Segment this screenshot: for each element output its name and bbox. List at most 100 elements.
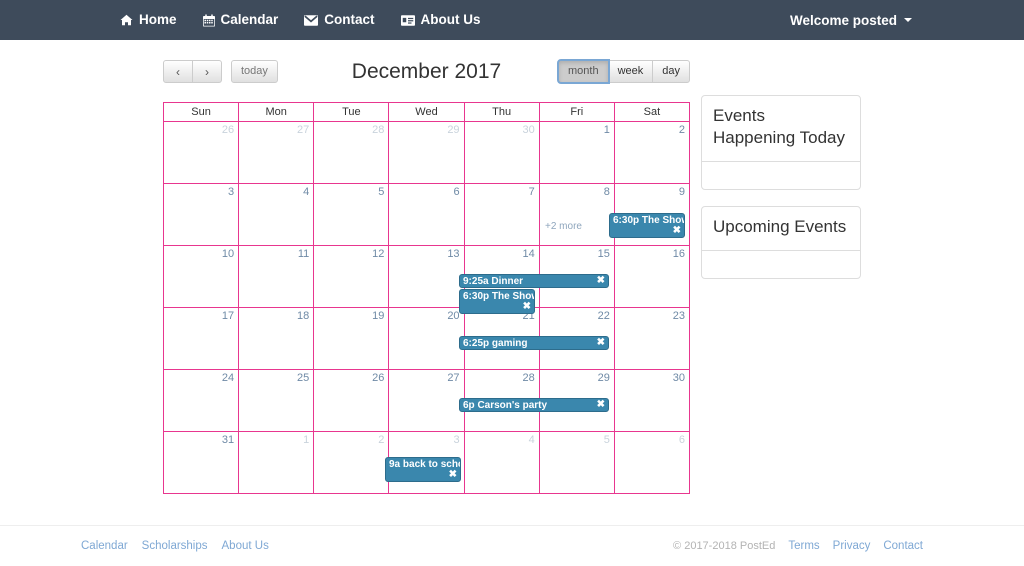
day-cell[interactable]: 27	[238, 121, 315, 184]
weekday-sat: Sat	[613, 102, 691, 122]
event-block[interactable]: 9:25a Dinner ✖	[459, 274, 609, 288]
user-menu-label: Welcome posted	[789, 12, 897, 28]
day-cell[interactable]: 29	[388, 121, 465, 184]
day-cell[interactable]: 11	[238, 245, 315, 308]
day-cell[interactable]: 5	[538, 431, 615, 494]
day-cell[interactable]: 25	[238, 369, 315, 432]
day-number: 19	[372, 310, 385, 322]
day-number: 27	[447, 372, 460, 384]
user-menu[interactable]: Welcome posted	[790, 13, 912, 28]
event-block[interactable]: 6:25p gaming ✖	[459, 336, 609, 350]
prev-month-button[interactable]: ‹	[163, 60, 193, 83]
next-month-button[interactable]: ›	[192, 60, 222, 83]
nav-item-contact[interactable]: Contact	[304, 13, 375, 27]
nav-item-home[interactable]: Home	[120, 13, 177, 27]
day-cell[interactable]: 30	[613, 369, 691, 432]
event-title: 6p Carson's party	[463, 400, 548, 411]
day-cell[interactable]: 10	[162, 245, 240, 308]
day-number: 2	[678, 124, 685, 136]
day-number: 14	[522, 248, 535, 260]
day-number: 30	[522, 124, 535, 136]
footer-link-contact[interactable]: Contact	[883, 540, 923, 552]
calendar-grid: Sun Mon Tue Wed Thu Fri Sat 26 27 28 29 …	[162, 102, 691, 494]
footer-link-about-us[interactable]: About Us	[222, 540, 269, 552]
view-week-button[interactable]: week	[607, 60, 654, 83]
footer-link-calendar[interactable]: Calendar	[81, 540, 128, 552]
day-cell[interactable]: 2	[313, 431, 390, 494]
day-cell[interactable]: 8	[538, 183, 615, 246]
day-number: 11	[297, 248, 310, 260]
event-delete-icon[interactable]: ✖	[449, 470, 457, 480]
day-cell[interactable]: 19	[313, 307, 390, 370]
day-cell[interactable]: 24	[162, 369, 240, 432]
day-number: 10	[221, 248, 235, 260]
day-number: 9	[678, 186, 685, 198]
event-delete-icon[interactable]: ✖	[597, 338, 605, 348]
calendar-week-row: 17 18 19 20 21 22 23	[162, 307, 691, 370]
footer-link-terms[interactable]: Terms	[788, 540, 819, 552]
day-cell[interactable]: 26	[162, 121, 240, 184]
nav-links: Home Calendar Contact About Us	[120, 13, 481, 27]
calendar-toolbar: ‹ › today December 2017 month week day	[163, 59, 690, 94]
day-cell[interactable]: 2	[613, 121, 691, 184]
day-cell[interactable]: 18	[238, 307, 315, 370]
day-cell[interactable]: 30	[463, 121, 540, 184]
event-delete-icon[interactable]: ✖	[673, 226, 681, 236]
weekday-fri: Fri	[538, 102, 615, 122]
day-cell[interactable]: 28	[313, 121, 390, 184]
footer-link-privacy[interactable]: Privacy	[833, 540, 871, 552]
event-delete-icon[interactable]: ✖	[597, 400, 605, 410]
day-number: 1	[303, 434, 310, 446]
nav-item-about-us[interactable]: About Us	[400, 12, 481, 28]
day-cell[interactable]: 17	[162, 307, 240, 370]
day-cell[interactable]: 5	[313, 183, 390, 246]
nav-item-about-us-label: About Us	[420, 12, 481, 28]
day-cell[interactable]: 27	[388, 369, 465, 432]
day-number: 3	[453, 434, 460, 446]
day-number: 5	[603, 434, 610, 446]
day-cell[interactable]: 1	[538, 121, 615, 184]
calendar-week-row: 24 25 26 27 28 29 30	[162, 369, 691, 432]
day-cell[interactable]: 23	[613, 307, 691, 370]
event-block[interactable]: 6:30p The Show ✖	[459, 289, 535, 314]
day-cell[interactable]: 31	[162, 431, 240, 494]
weekday-sun: Sun	[162, 102, 240, 122]
day-number: 6	[678, 434, 685, 446]
day-cell[interactable]: 1	[238, 431, 315, 494]
event-block[interactable]: 6p Carson's party ✖	[459, 398, 609, 412]
day-number: 12	[372, 248, 385, 260]
chevron-down-icon	[904, 18, 912, 22]
day-number: 26	[372, 372, 385, 384]
calendar-nav-buttons: ‹ ›	[163, 60, 222, 83]
day-cell[interactable]: 6	[388, 183, 465, 246]
event-block[interactable]: 6:30p The Show ✖	[609, 213, 685, 238]
day-number: 23	[672, 310, 685, 322]
sidebar: Events Happening Today Upcoming Events	[701, 95, 861, 295]
day-cell[interactable]: 12	[313, 245, 390, 308]
day-number: 18	[297, 310, 310, 322]
today-button[interactable]: today	[231, 60, 278, 83]
nav-item-calendar[interactable]: Calendar	[202, 13, 278, 27]
day-cell[interactable]: 7	[463, 183, 540, 246]
weekday-tue: Tue	[313, 102, 390, 122]
page-body: ‹ › today December 2017 month week day S…	[0, 40, 1024, 525]
day-cell[interactable]: 26	[313, 369, 390, 432]
day-cell[interactable]: 3	[162, 183, 240, 246]
footer-link-scholarships[interactable]: Scholarships	[142, 540, 208, 552]
view-month-button[interactable]: month	[556, 59, 610, 84]
footer-right-links: © 2017-2018 PostEd Terms Privacy Contact	[673, 540, 923, 552]
view-day-button[interactable]: day	[652, 60, 690, 83]
day-cell[interactable]: 6	[613, 431, 691, 494]
day-number: 7	[528, 186, 535, 198]
day-cell[interactable]: 13	[388, 245, 465, 308]
day-cell[interactable]: 16	[613, 245, 691, 308]
day-cell[interactable]: 4	[238, 183, 315, 246]
day-cell-today[interactable]: 4	[463, 431, 540, 494]
more-events-link[interactable]: +2 more	[545, 221, 582, 232]
home-icon	[120, 14, 133, 26]
day-cell[interactable]: 20	[388, 307, 465, 370]
event-delete-icon[interactable]: ✖	[523, 302, 531, 312]
event-delete-icon[interactable]: ✖	[597, 276, 605, 286]
event-block[interactable]: 9a back to school ✖	[385, 457, 461, 482]
day-number: 29	[597, 372, 610, 384]
